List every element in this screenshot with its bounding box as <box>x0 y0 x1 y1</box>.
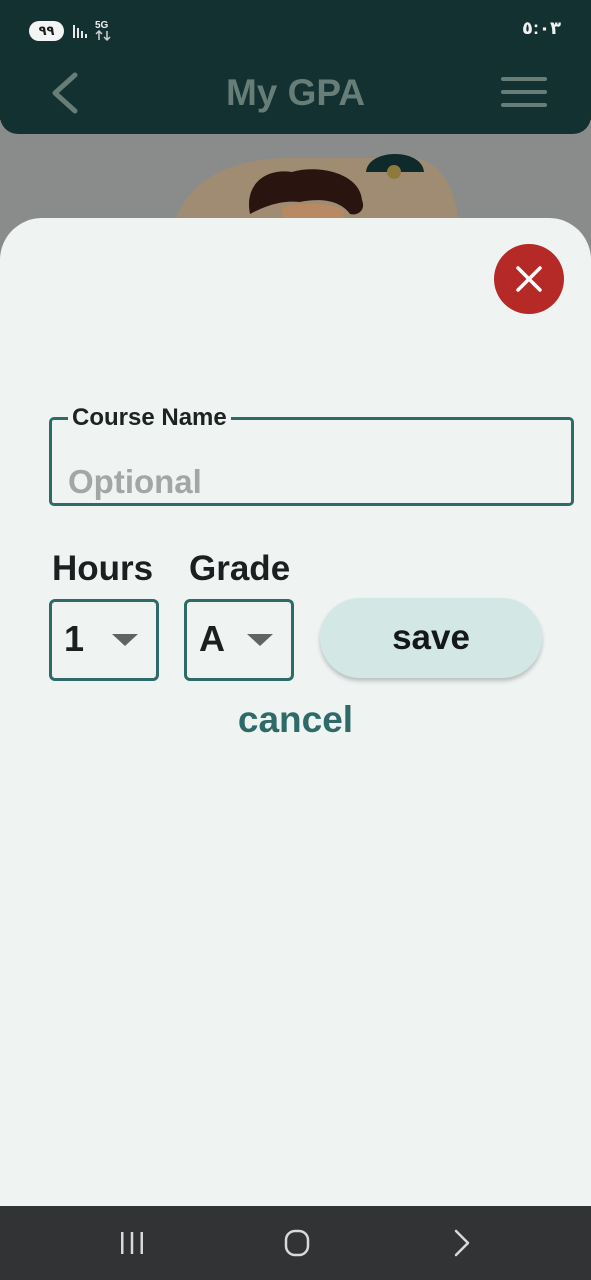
grade-selected-value: A <box>199 618 225 659</box>
caret-down-icon <box>112 634 138 646</box>
system-nav-bar <box>0 1206 591 1280</box>
course-name-field: Course Name <box>49 406 574 506</box>
nav-back-icon[interactable] <box>442 1226 482 1260</box>
add-course-sheet: Course Name Hours Grade 1 A save cancel <box>0 218 591 1206</box>
caret-down-icon <box>247 634 273 646</box>
save-button[interactable]: save <box>320 598 542 678</box>
signal-icon <box>73 25 87 38</box>
hours-selected-value: 1 <box>64 618 85 659</box>
cancel-button[interactable]: cancel <box>0 698 591 742</box>
hours-label: Hours <box>52 549 154 588</box>
hours-select[interactable]: 1 <box>49 599 159 681</box>
battery-indicator: ٩٩ <box>29 21 64 41</box>
app-header: ٩٩ 5G ٥:٠٣ My GPA <box>0 0 591 134</box>
recent-apps-icon[interactable] <box>112 1226 152 1260</box>
close-icon <box>516 266 542 292</box>
grade-label: Grade <box>189 549 291 588</box>
network-icon: 5G <box>95 20 111 42</box>
network-label: 5G <box>95 20 109 31</box>
grade-select[interactable]: A <box>184 599 294 681</box>
hamburger-menu-icon[interactable] <box>500 74 548 110</box>
course-name-input[interactable] <box>68 460 518 504</box>
close-button[interactable] <box>494 244 564 314</box>
status-clock: ٥:٠٣ <box>522 18 561 38</box>
status-bar: ٩٩ 5G ٥:٠٣ <box>0 0 591 60</box>
home-icon[interactable] <box>277 1226 317 1260</box>
course-name-label: Course Name <box>72 404 227 431</box>
